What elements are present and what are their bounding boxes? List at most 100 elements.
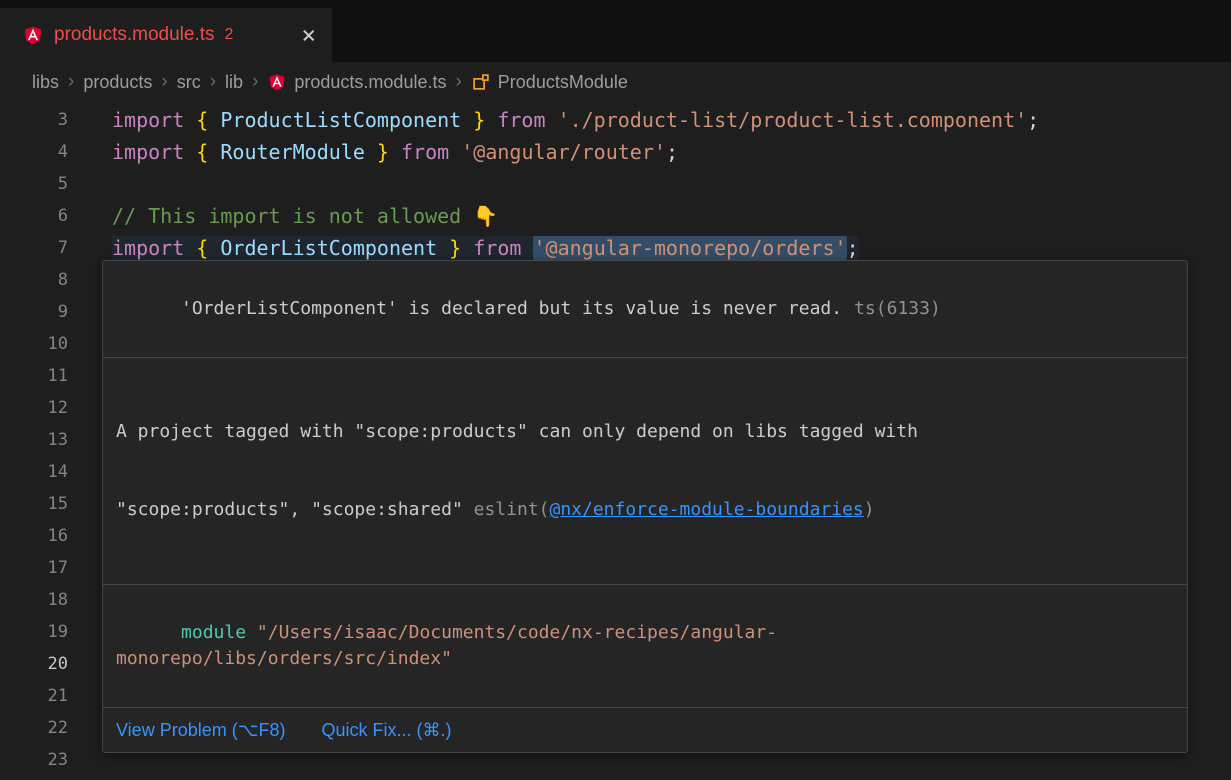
- breadcrumb-item-libs[interactable]: libs: [32, 72, 59, 93]
- line-number[interactable]: 4: [0, 136, 98, 168]
- hover-diagnostic-ts: 'OrderListComponent' is declared but its…: [103, 261, 1187, 358]
- eslint-source-suffix: ): [864, 499, 875, 520]
- breadcrumb-item-src[interactable]: src: [177, 72, 201, 93]
- ts-diagnostic-code: ts(6133): [854, 298, 941, 319]
- breadcrumb-item-products[interactable]: products: [83, 72, 152, 93]
- line-number[interactable]: 17: [0, 552, 98, 584]
- eslint-source-prefix: eslint(: [474, 499, 550, 520]
- line-number[interactable]: 6: [0, 200, 98, 232]
- editor: 3 import { ProductListComponent } from '.…: [0, 102, 1231, 780]
- code-token: from: [401, 140, 461, 164]
- code-token: }: [377, 140, 389, 164]
- code-token: import: [112, 236, 196, 260]
- breadcrumb-separator: ›: [252, 71, 258, 93]
- breadcrumb-item-ProductsModule[interactable]: ProductsModule: [471, 72, 628, 93]
- code-token: [485, 108, 497, 132]
- code-token: OrderListComponent: [208, 236, 449, 260]
- class-symbol-icon: [471, 72, 491, 92]
- code-token: '@angular/router': [461, 140, 666, 164]
- line-number[interactable]: 23: [0, 744, 98, 776]
- code-token: {: [196, 236, 208, 260]
- breadcrumb-label: products: [83, 72, 152, 93]
- code-line-5[interactable]: 5: [0, 168, 1231, 200]
- breadcrumb-separator: ›: [161, 71, 167, 93]
- breadcrumb-separator: ›: [210, 71, 216, 93]
- line-number[interactable]: 3: [0, 104, 98, 136]
- code-text: import { OrderListComponent } from '@ang…: [112, 236, 859, 260]
- breadcrumb-item-products.module.ts[interactable]: products.module.ts: [267, 72, 446, 93]
- quick-fix-button[interactable]: Quick Fix... (⌘.): [321, 717, 451, 743]
- code-token: import: [112, 140, 196, 164]
- line-number[interactable]: 7: [0, 232, 98, 264]
- tab-close-icon[interactable]: ×: [302, 23, 316, 47]
- line-number[interactable]: 11: [0, 360, 98, 392]
- line-number[interactable]: 14: [0, 456, 98, 488]
- editor-tab-products-module[interactable]: products.module.ts 2 ×: [0, 8, 332, 62]
- code-content: import { RouterModule } from '@angular/r…: [98, 136, 1231, 168]
- code-token: import: [112, 108, 196, 132]
- line-number[interactable]: 16: [0, 520, 98, 552]
- code-token: [389, 140, 401, 164]
- code-token: ;: [847, 236, 859, 260]
- tab-problem-badge: 2: [225, 26, 234, 44]
- code-line-6[interactable]: 6 // This import is not allowed 👇: [0, 200, 1231, 232]
- breadcrumb-item-lib[interactable]: lib: [225, 72, 243, 93]
- code-content: // This import is not allowed 👇: [98, 200, 1231, 232]
- breadcrumb-separator: ›: [68, 71, 74, 93]
- code-text: import { ProductListComponent } from './…: [112, 108, 1039, 132]
- hover-diagnostic-eslint: A project tagged with "scope:products" c…: [103, 358, 1187, 585]
- breadcrumb-separator: ›: [455, 71, 461, 93]
- eslint-message-line-2: "scope:products", "scope:shared" eslint(…: [116, 497, 1174, 523]
- line-number[interactable]: 18: [0, 584, 98, 616]
- line-number[interactable]: 5: [0, 168, 98, 200]
- hover-module-path: module "/Users/isaac/Documents/code/nx-r…: [103, 585, 1187, 708]
- breadcrumb: libs › products › src › lib › products.module.ts…: [0, 62, 1231, 102]
- code-token: [461, 236, 473, 260]
- line-number[interactable]: 8: [0, 264, 98, 296]
- code-token: ProductListComponent: [208, 108, 473, 132]
- code-token: from: [497, 108, 557, 132]
- module-path-line-1: "/Users/isaac/Documents/code/nx-recipes/…: [246, 622, 777, 643]
- line-number[interactable]: 22: [0, 712, 98, 744]
- code-content: import { ProductListComponent } from './…: [98, 104, 1231, 136]
- eslint-message-text-2: "scope:products", "scope:shared": [116, 499, 474, 520]
- module-keyword: module: [181, 622, 246, 643]
- breadcrumb-label: ProductsModule: [498, 72, 628, 93]
- eslint-message-text: A project tagged with "scope:products" c…: [116, 421, 918, 442]
- code-token: ;: [1027, 108, 1039, 132]
- angular-icon: [267, 72, 287, 92]
- code-text: // This import is not allowed 👇: [112, 204, 498, 228]
- line-number[interactable]: 15: [0, 488, 98, 520]
- code-token: {: [196, 140, 208, 164]
- code-token: RouterModule: [208, 140, 377, 164]
- breadcrumb-label: libs: [32, 72, 59, 93]
- line-number[interactable]: 20: [0, 648, 98, 680]
- view-problem-button[interactable]: View Problem (⌥F8): [116, 717, 285, 743]
- ts-diagnostic-message: 'OrderListComponent' is declared but its…: [181, 298, 842, 319]
- angular-icon: [22, 24, 44, 46]
- code-token: {: [196, 108, 208, 132]
- breadcrumb-label: src: [177, 72, 201, 93]
- code-token: './product-list/product-list.component': [558, 108, 1028, 132]
- hover-status-bar: View Problem (⌥F8) Quick Fix... (⌘.): [103, 708, 1187, 752]
- breadcrumb-label: products.module.ts: [294, 72, 446, 93]
- breadcrumb-label: lib: [225, 72, 243, 93]
- code-text: import { RouterModule } from '@angular/r…: [112, 140, 678, 164]
- code-token: }: [473, 108, 485, 132]
- code-token: }: [449, 236, 461, 260]
- eslint-message-line-1: A project tagged with "scope:products" c…: [116, 419, 1174, 445]
- line-number[interactable]: 19: [0, 616, 98, 648]
- code-content: [98, 168, 1231, 200]
- line-number[interactable]: 10: [0, 328, 98, 360]
- eslint-rule-link[interactable]: @nx/enforce-module-boundaries: [549, 499, 863, 520]
- highlighted-word: '@angular-monorepo/orders': [533, 236, 846, 260]
- line-number[interactable]: 13: [0, 424, 98, 456]
- code-line-3[interactable]: 3 import { ProductListComponent } from '.…: [0, 104, 1231, 136]
- line-number[interactable]: 21: [0, 680, 98, 712]
- code-line-4[interactable]: 4 import { RouterModule } from '@angular/…: [0, 136, 1231, 168]
- code-token: // This import is not allowed: [112, 204, 473, 228]
- line-number[interactable]: 12: [0, 392, 98, 424]
- tab-title: products.module.ts: [54, 24, 215, 46]
- tab-bar: products.module.ts 2 ×: [0, 0, 1231, 62]
- line-number[interactable]: 9: [0, 296, 98, 328]
